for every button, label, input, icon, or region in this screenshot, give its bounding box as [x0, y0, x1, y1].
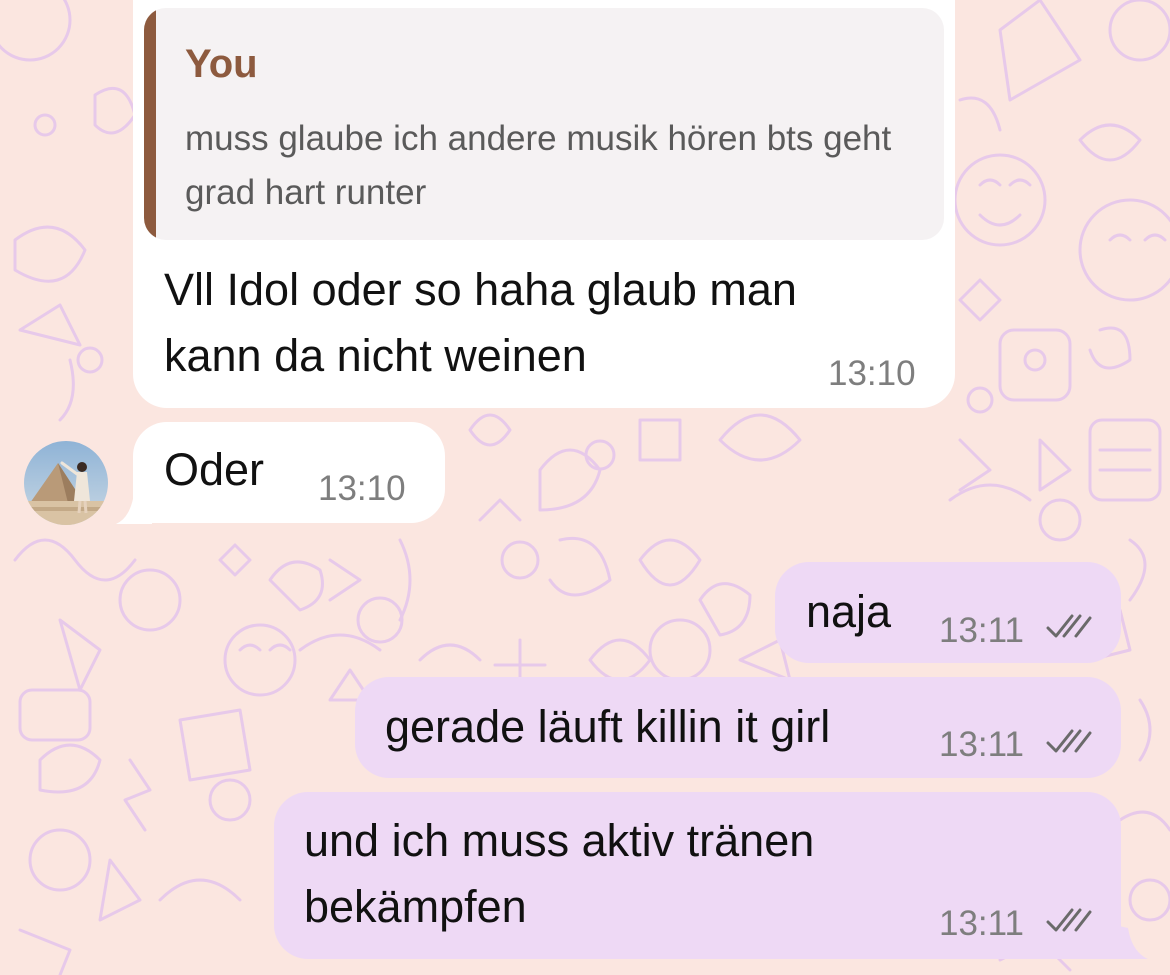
reply-quote-text: muss glaube ich andere musik hören bts g…: [185, 119, 892, 212]
message-text-line: gerade läuft killin it girl: [385, 701, 831, 752]
double-check-icon: [1046, 908, 1092, 932]
reply-quote-accent-bar: [144, 8, 156, 240]
message-text-line: Oder: [164, 444, 265, 495]
message-timestamp: 13:10: [318, 469, 406, 508]
contact-avatar[interactable]: [24, 441, 108, 525]
message-timestamp: 13:11: [939, 611, 1024, 650]
reply-quote-author: You: [185, 42, 258, 86]
bubble-tail: [1110, 924, 1148, 959]
message-text-line: und ich muss aktiv tränen: [304, 815, 815, 866]
message-timestamp: 13:10: [828, 354, 916, 393]
reply-quote[interactable]: You muss glaube ich andere musik hören b…: [144, 8, 944, 240]
avatar-photo: [24, 441, 108, 525]
message-timestamp: 13:11: [939, 725, 1024, 764]
message-text-line: naja: [806, 586, 892, 637]
message-text-line: kann da nicht weinen: [164, 330, 587, 381]
double-check-icon: [1046, 614, 1092, 638]
message-timestamp: 13:11: [939, 904, 1024, 943]
message-text-line: bekämpfen: [304, 881, 527, 932]
double-check-icon: [1046, 729, 1092, 753]
message-text-line: Vll Idol oder so haha glaub man: [164, 264, 797, 315]
